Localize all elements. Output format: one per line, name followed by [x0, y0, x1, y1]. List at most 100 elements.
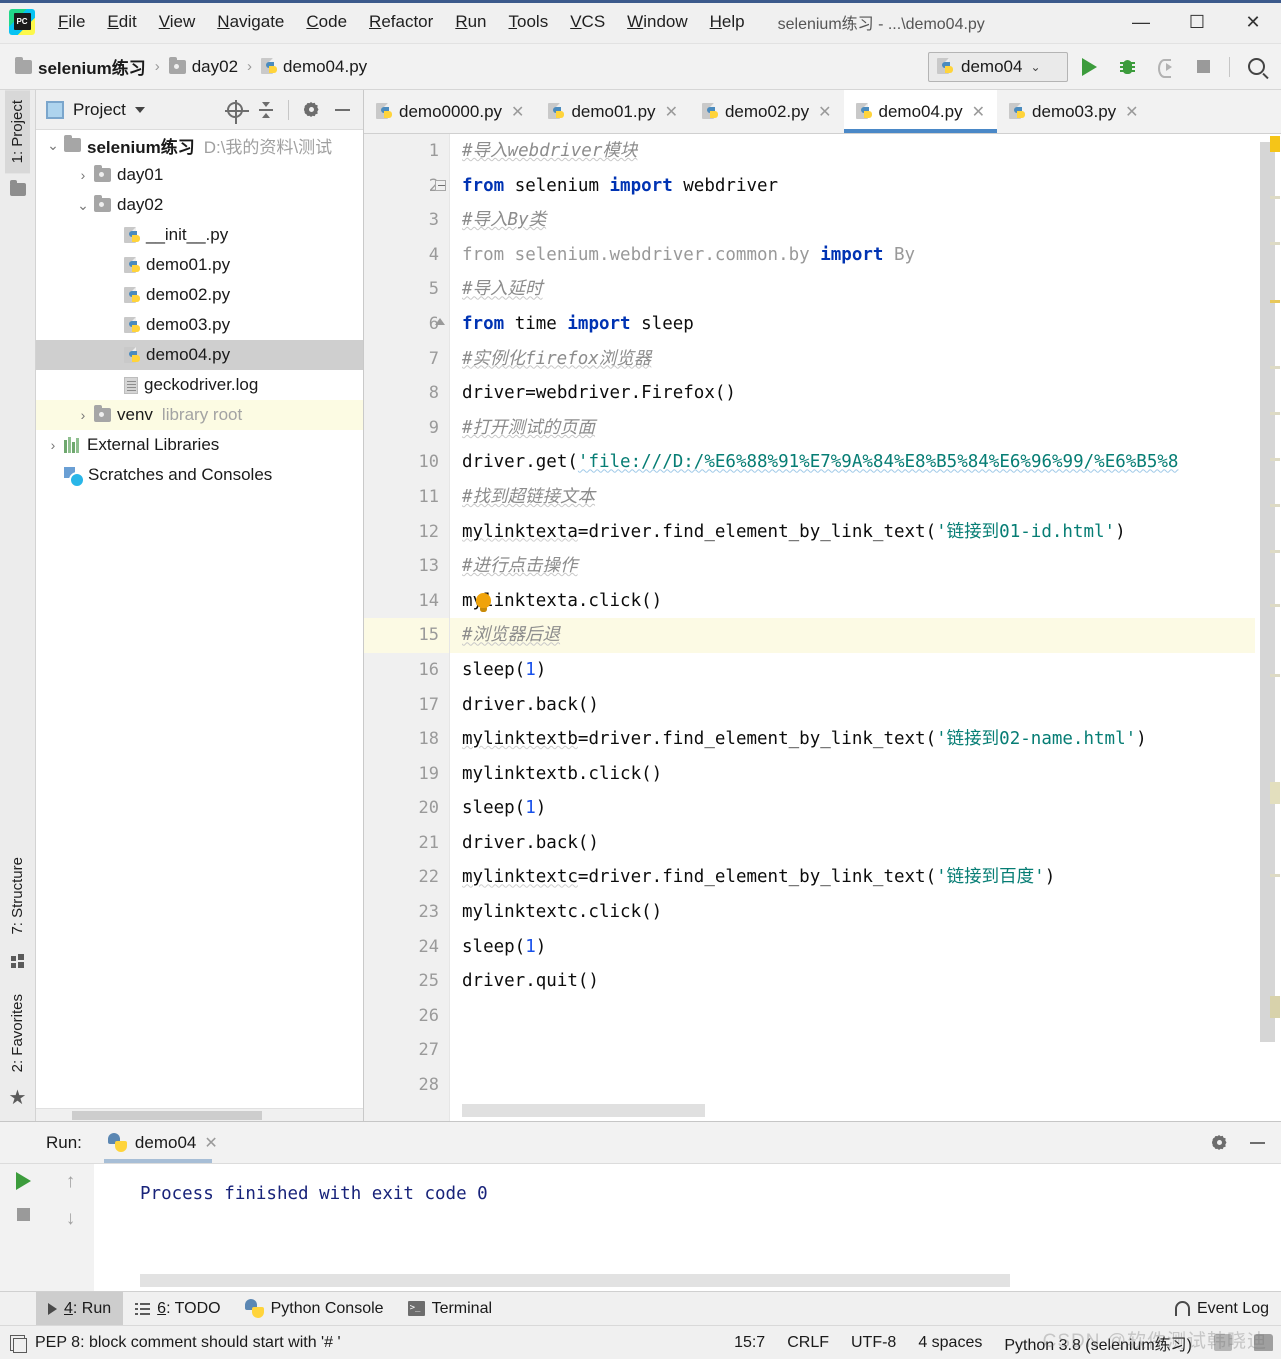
code-line[interactable] — [450, 999, 1281, 1034]
tree-item[interactable]: › __init__.py — [36, 220, 363, 250]
editor-tab-demo02-py[interactable]: demo02.py ✕ — [690, 90, 844, 133]
tree-item[interactable]: › geckodriver.log — [36, 370, 363, 400]
tree-item[interactable]: › demo01.py — [36, 250, 363, 280]
tree-item[interactable]: › Scratches and Consoles — [36, 460, 363, 490]
code-line[interactable]: mylinktextc=driver.find_element_by_link_… — [450, 860, 1281, 895]
scroll-down-icon[interactable]: ↓ — [66, 1209, 76, 1228]
tree-item[interactable]: › External Libraries — [36, 430, 363, 460]
run-panel-hide-button[interactable] — [1243, 1129, 1271, 1157]
close-icon[interactable]: ✕ — [511, 102, 524, 122]
editor-vertical-scrollbar[interactable] — [1255, 134, 1281, 1121]
expand-arrow-icon[interactable]: › — [72, 407, 94, 423]
tree-item[interactable]: › demo02.py — [36, 280, 363, 310]
close-button[interactable]: ✕ — [1225, 0, 1281, 44]
menu-item-file[interactable]: File — [47, 9, 96, 35]
code-line[interactable]: sleep(1) — [450, 653, 1281, 688]
code-line[interactable]: #导入By类 — [450, 203, 1281, 238]
expand-arrow-icon[interactable]: › — [72, 167, 94, 183]
indent-setting[interactable]: 4 spaces — [918, 1334, 982, 1352]
code-line[interactable]: #实例化firefox浏览器 — [450, 342, 1281, 377]
run-configuration-selector[interactable]: demo04 ⌄ — [928, 51, 1068, 82]
stop-icon[interactable] — [17, 1208, 30, 1221]
code-line[interactable]: #打开测试的页面 — [450, 411, 1281, 446]
breadcrumb-item-2[interactable]: demo04.py — [258, 55, 370, 79]
expand-arrow-icon[interactable]: › — [42, 467, 64, 483]
project-settings-button[interactable] — [297, 96, 325, 124]
menu-item-run[interactable]: Run — [444, 9, 497, 35]
line-separator[interactable]: CRLF — [787, 1334, 829, 1352]
bottom-tool-terminal[interactable]: Terminal — [396, 1292, 504, 1326]
code-line[interactable]: driver=webdriver.Firefox() — [450, 376, 1281, 411]
collapse-all-button[interactable] — [252, 96, 280, 124]
expand-arrow-icon[interactable]: › — [102, 347, 124, 363]
tree-item[interactable]: ⌄ selenium练习 D:\我的资料\测试 — [36, 130, 363, 160]
search-everywhere-button[interactable] — [1239, 51, 1273, 83]
hide-panel-button[interactable] — [328, 96, 356, 124]
code-line[interactable]: driver.quit() — [450, 964, 1281, 999]
rerun-icon[interactable] — [16, 1172, 31, 1190]
lock-icon[interactable] — [1214, 1334, 1232, 1351]
expand-arrow-icon[interactable]: ⌄ — [42, 137, 64, 154]
menu-item-vcs[interactable]: VCS — [559, 9, 616, 35]
close-icon[interactable]: ✕ — [204, 1133, 217, 1153]
menu-item-refactor[interactable]: Refactor — [358, 9, 444, 35]
editor-horizontal-scrollbar[interactable] — [462, 1104, 705, 1117]
code-line[interactable]: #找到超链接文本 — [450, 480, 1281, 515]
minimize-button[interactable]: — — [1113, 0, 1169, 44]
tree-item[interactable]: › demo04.py — [36, 340, 363, 370]
editor-tab-demo04-py[interactable]: demo04.py ✕ — [843, 90, 998, 133]
code-line[interactable]: mylinktextb.click() — [450, 757, 1281, 792]
code-content[interactable]: #导入webdriver模块 from selenium import webdr… — [450, 134, 1281, 1121]
code-line[interactable]: #浏览器后退 — [450, 618, 1281, 653]
expand-arrow-icon[interactable]: › — [102, 287, 124, 303]
python-interpreter[interactable]: Python 3.8 (selenium练习) — [1004, 1331, 1192, 1355]
code-line[interactable]: driver.back() — [450, 826, 1281, 861]
maximize-button[interactable]: ☐ — [1169, 0, 1225, 44]
file-encoding[interactable]: UTF-8 — [851, 1334, 896, 1352]
menu-item-view[interactable]: View — [148, 9, 207, 35]
fold-end-icon[interactable] — [435, 318, 446, 329]
rail-tab-project[interactable]: 1: Project — [5, 90, 30, 174]
code-line[interactable]: mylinktextc.click() — [450, 895, 1281, 930]
code-line[interactable]: #进行点击操作 — [450, 549, 1281, 584]
expand-arrow-icon[interactable]: › — [42, 437, 64, 453]
chevron-down-icon[interactable] — [134, 106, 145, 113]
caret-position[interactable]: 15:7 — [734, 1334, 765, 1352]
tree-item[interactable]: › demo03.py — [36, 310, 363, 340]
console-horizontal-scrollbar[interactable] — [140, 1274, 1010, 1287]
code-line[interactable]: from time import sleep — [450, 307, 1281, 342]
code-line[interactable] — [450, 1068, 1281, 1103]
rail-tab-structure[interactable]: 7: Structure — [5, 847, 30, 945]
close-icon[interactable]: ✕ — [818, 102, 831, 122]
expand-arrow-icon[interactable]: › — [102, 377, 124, 393]
code-line[interactable] — [450, 1033, 1281, 1068]
project-tree[interactable]: ⌄ selenium练习 D:\我的资料\测试 › day01 ⌄ day02 › __init… — [36, 130, 363, 1108]
run-with-coverage-button[interactable] — [1148, 51, 1182, 83]
code-line[interactable]: mylinktextb=driver.find_element_by_link_… — [450, 722, 1281, 757]
tree-item[interactable]: › venv library root — [36, 400, 363, 430]
breadcrumb-item-0[interactable]: selenium练习 — [12, 52, 149, 81]
code-line[interactable]: driver.get('file:///D:/%E6%88%91%E7%9A%8… — [450, 445, 1281, 480]
menu-item-window[interactable]: Window — [616, 9, 698, 35]
code-line[interactable]: sleep(1) — [450, 930, 1281, 965]
code-line[interactable]: sleep(1) — [450, 791, 1281, 826]
bottom-tool-4-run[interactable]: 4: Run — [36, 1291, 124, 1326]
editor-tab-demo01-py[interactable]: demo01.py ✕ — [536, 90, 690, 133]
menu-item-tools[interactable]: Tools — [498, 9, 560, 35]
tree-item[interactable]: › day01 — [36, 160, 363, 190]
project-horizontal-scrollbar[interactable] — [36, 1108, 363, 1121]
expand-arrow-icon[interactable]: ⌄ — [72, 197, 94, 214]
editor-tab-demo03-py[interactable]: demo03.py ✕ — [997, 90, 1151, 133]
scroll-up-icon[interactable]: ↑ — [66, 1172, 76, 1191]
close-icon[interactable]: ✕ — [972, 102, 985, 122]
debug-button[interactable] — [1110, 51, 1144, 83]
code-line[interactable]: mylinktexta.click() — [450, 584, 1281, 619]
bottom-tool-6-todo[interactable]: 6: TODO — [123, 1292, 232, 1326]
run-button[interactable] — [1072, 51, 1106, 83]
editor-gutter[interactable]: 1 2 3 4 5 6 7 8 9 10 11 12 13 14 15 16 17 18 19 20 21 22 23 24 2… — [364, 134, 450, 1121]
editor-tab-demo0000-py[interactable]: demo0000.py ✕ — [364, 90, 536, 133]
project-panel-title-group[interactable]: Project — [46, 100, 145, 120]
rail-tab-favorites[interactable]: 2: Favorites — [5, 984, 30, 1082]
select-opened-file-button[interactable] — [221, 96, 249, 124]
intention-bulb-icon[interactable] — [476, 592, 491, 608]
